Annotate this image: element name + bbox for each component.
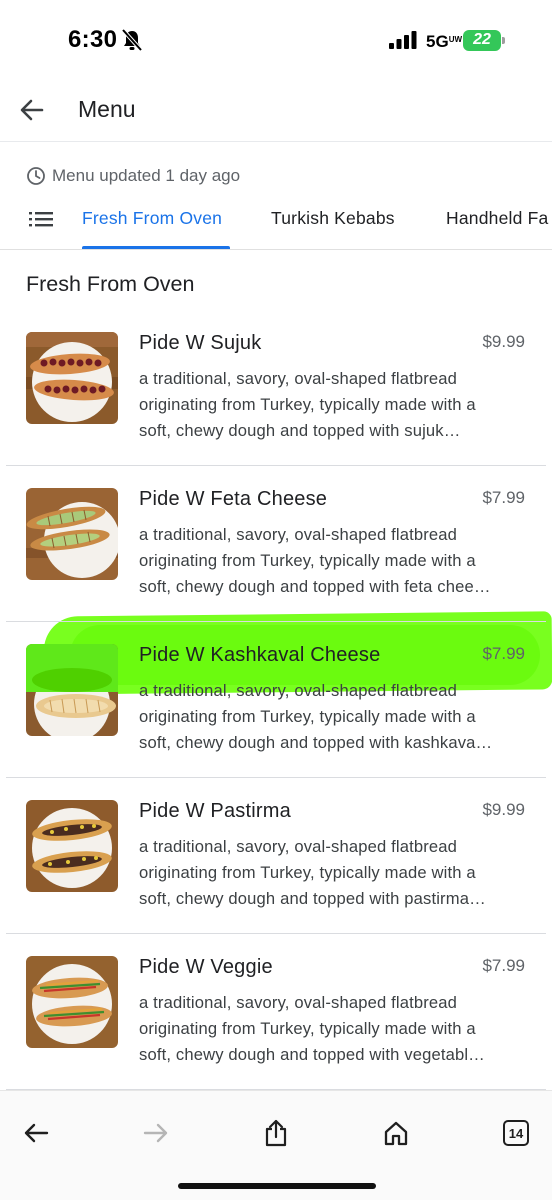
menu-item[interactable]: Pide W Sujuk $9.99 a traditional, savory…	[0, 310, 552, 466]
item-photo	[26, 644, 118, 736]
item-description: a traditional, savory, oval-shaped flatb…	[139, 993, 485, 1064]
category-list-icon[interactable]	[28, 208, 54, 230]
clock-icon	[27, 167, 45, 185]
share-icon[interactable]	[256, 1113, 296, 1153]
item-description: a traditional, savory, oval-shaped flatb…	[139, 525, 491, 596]
forward-arrow-icon[interactable]	[136, 1113, 176, 1153]
item-description: a traditional, savory, oval-shaped flatb…	[139, 681, 493, 752]
item-photo	[26, 488, 118, 580]
tab-handheld[interactable]: Handheld Fa	[446, 208, 548, 229]
item-name: Pide W Feta Cheese	[139, 488, 328, 510]
item-price: $9.99	[482, 332, 525, 351]
status-time: 6:30	[68, 26, 118, 53]
section-title: Fresh From Oven	[26, 272, 195, 296]
battery-icon: 22	[463, 30, 505, 51]
page-title: Menu	[78, 96, 136, 122]
app-bar: Menu	[0, 80, 552, 142]
back-arrow-icon[interactable]	[16, 1113, 56, 1153]
menu-item[interactable]: Pide W Kashkaval Cheese $7.99 a traditio…	[0, 622, 552, 778]
bell-slash-icon	[122, 29, 142, 51]
item-photo	[26, 800, 118, 892]
item-name: Pide W Kashkaval Cheese	[139, 644, 381, 666]
menu-item[interactable]: Pide W Pastirma $9.99 a traditional, sav…	[0, 778, 552, 934]
home-icon[interactable]	[376, 1113, 416, 1153]
menu-item[interactable]: Pide W Veggie $7.99 a traditional, savor…	[0, 934, 552, 1090]
signal-icon	[389, 31, 417, 49]
network-label: 5GUW	[426, 32, 463, 51]
item-name: Pide W Veggie	[139, 956, 273, 978]
menu-updated-text: Menu updated 1 day ago	[52, 166, 241, 185]
item-price: $7.99	[482, 488, 525, 507]
item-price: $7.99	[482, 956, 525, 975]
menu-item[interactable]: Pide W Feta Cheese $7.99 a traditional, …	[0, 466, 552, 622]
item-price: $9.99	[482, 800, 525, 819]
item-price: $7.99	[482, 644, 525, 663]
item-name: Pide W Pastirma	[139, 800, 291, 822]
tab-fresh-from-oven[interactable]: Fresh From Oven	[82, 208, 222, 229]
tabs-icon[interactable]: 14	[496, 1113, 536, 1153]
item-name: Pide W Sujuk	[139, 332, 262, 354]
arrow-back-icon[interactable]	[12, 90, 52, 130]
tab-count: 14	[503, 1120, 529, 1146]
item-photo	[26, 956, 118, 1048]
item-description: a traditional, savory, oval-shaped flatb…	[139, 837, 486, 908]
menu-updated-row: Menu updated 1 day ago	[26, 164, 240, 188]
tab-turkish-kebabs[interactable]: Turkish Kebabs	[271, 208, 395, 229]
active-tab-indicator	[82, 246, 230, 249]
item-photo	[26, 332, 118, 424]
item-description: a traditional, savory, oval-shaped flatb…	[139, 369, 476, 440]
category-tabs: Fresh From Oven Turkish Kebabs Handheld …	[0, 196, 552, 250]
home-indicator	[178, 1183, 376, 1189]
status-bar: 6:30 5GUW 22	[0, 0, 552, 80]
battery-level: 22	[473, 31, 491, 48]
